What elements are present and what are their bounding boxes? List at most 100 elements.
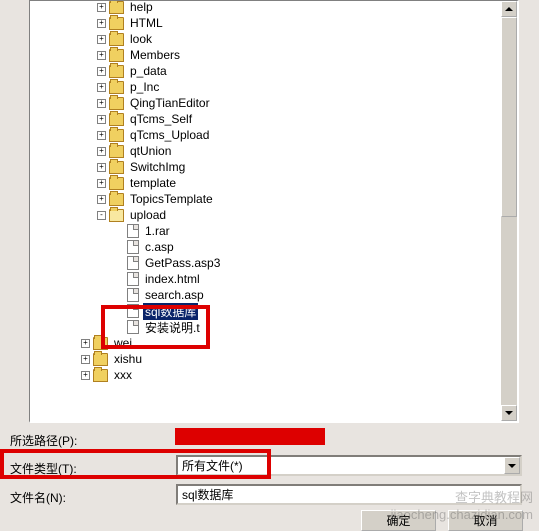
cancel-button[interactable]: 取消	[448, 510, 523, 531]
tree-row[interactable]: 安装说明.t	[30, 319, 517, 335]
scroll-thumb[interactable]	[501, 17, 517, 217]
tree-row[interactable]: + help	[30, 0, 517, 15]
expand-icon[interactable]: +	[97, 19, 106, 28]
folder-icon	[109, 49, 124, 62]
file-icon	[127, 272, 139, 286]
tree-item-label: p_data	[128, 64, 169, 78]
expand-icon[interactable]: +	[97, 163, 106, 172]
vertical-scrollbar[interactable]	[501, 1, 517, 421]
expand-icon[interactable]: +	[97, 179, 106, 188]
tree-item-label: TopicsTemplate	[128, 192, 215, 206]
file-icon	[127, 240, 139, 254]
tree-item-label: qTcms_Upload	[128, 128, 211, 142]
tree-item-label: template	[128, 176, 178, 190]
folder-icon	[109, 113, 124, 126]
tree-row[interactable]: + qtUnion	[30, 143, 517, 159]
tree-row[interactable]: c.asp	[30, 239, 517, 255]
tree-row[interactable]: + xishu	[30, 351, 517, 367]
tree-item-label: xishu	[112, 352, 144, 366]
tree-panel: + help + HTML + look + Members + p_data + p_Inc + Qin…	[29, 0, 519, 423]
file-type-combobox[interactable]: 所有文件(*)	[176, 455, 522, 476]
tree-item-label: index.html	[143, 272, 202, 286]
tree-item-label: QingTianEditor	[128, 96, 212, 110]
type-label: 文件类型(T):	[10, 460, 77, 477]
file-icon	[127, 320, 139, 334]
tree-item-label: wei	[112, 336, 134, 350]
folder-icon	[109, 145, 124, 158]
expand-icon[interactable]: +	[97, 147, 106, 156]
tree-item-label: c.asp	[143, 240, 176, 254]
folder-icon	[109, 1, 124, 14]
expand-icon[interactable]: +	[97, 83, 106, 92]
tree-item-label: qTcms_Self	[128, 112, 194, 126]
expand-icon[interactable]: +	[81, 371, 90, 380]
tree-item-label: GetPass.asp3	[143, 256, 222, 270]
tree-row[interactable]: + template	[30, 175, 517, 191]
folder-icon	[93, 337, 108, 350]
tree-item-label: Members	[128, 48, 182, 62]
tree-item-label: HTML	[128, 16, 165, 30]
file-icon	[127, 304, 139, 318]
tree-row[interactable]: + wei	[30, 335, 517, 351]
file-name-input[interactable]: sql数据库	[176, 484, 522, 505]
tree-row[interactable]: + HTML	[30, 15, 517, 31]
expand-icon[interactable]: +	[97, 67, 106, 76]
path-label: 所选路径(P):	[10, 432, 77, 449]
folder-icon	[109, 81, 124, 94]
scroll-down-button[interactable]	[501, 405, 517, 421]
folder-icon	[109, 129, 124, 142]
tree-item-label: 安装说明.t	[143, 319, 202, 336]
tree-item-label: 1.rar	[143, 224, 172, 238]
tree-item-label: sql数据库	[143, 303, 198, 320]
tree-row[interactable]: sql数据库	[30, 303, 517, 319]
ok-button[interactable]: 确定	[361, 510, 436, 531]
expand-icon[interactable]: +	[97, 3, 106, 12]
expand-icon[interactable]: +	[81, 355, 90, 364]
tree-row[interactable]: search.asp	[30, 287, 517, 303]
file-name-value: sql数据库	[182, 486, 233, 503]
tree-row[interactable]: -upload	[30, 207, 517, 223]
expand-icon[interactable]: +	[97, 35, 106, 44]
tree-row[interactable]: + p_Inc	[30, 79, 517, 95]
folder-icon	[93, 353, 108, 366]
folder-icon	[109, 97, 124, 110]
tree-row[interactable]: + TopicsTemplate	[30, 191, 517, 207]
file-type-value: 所有文件(*)	[182, 457, 243, 474]
button-row: 确定 取消	[0, 510, 539, 531]
tree-row[interactable]: + look	[30, 31, 517, 47]
folder-icon	[109, 193, 124, 206]
expand-icon[interactable]: +	[97, 131, 106, 140]
tree-row[interactable]: GetPass.asp3	[30, 255, 517, 271]
expand-icon[interactable]: +	[97, 115, 106, 124]
tree-item-label: look	[128, 32, 154, 46]
tree-row[interactable]: index.html	[30, 271, 517, 287]
folder-icon	[109, 177, 124, 190]
file-icon	[127, 224, 139, 238]
expand-icon[interactable]: +	[97, 51, 106, 60]
scroll-up-button[interactable]	[501, 1, 517, 17]
tree-row[interactable]: + qTcms_Upload	[30, 127, 517, 143]
tree-row[interactable]: 1.rar	[30, 223, 517, 239]
tree-row[interactable]: +xxx	[30, 367, 517, 383]
tree-row[interactable]: + qTcms_Self	[30, 111, 517, 127]
name-label: 文件名(N):	[10, 489, 66, 506]
expand-icon[interactable]: +	[97, 195, 106, 204]
tree-row[interactable]: + QingTianEditor	[30, 95, 517, 111]
folder-icon	[93, 369, 108, 382]
tree-row[interactable]: + p_data	[30, 63, 517, 79]
collapse-icon[interactable]: -	[97, 211, 106, 220]
tree-item-label: search.asp	[143, 288, 206, 302]
file-icon	[127, 256, 139, 270]
expand-icon[interactable]: +	[81, 339, 90, 348]
tree-item-label: help	[128, 0, 155, 14]
expand-icon[interactable]: +	[97, 99, 106, 108]
file-icon	[127, 288, 139, 302]
tree-item-label: qtUnion	[128, 144, 173, 158]
tree-item-label: p_Inc	[128, 80, 161, 94]
dropdown-button[interactable]	[504, 457, 520, 474]
tree-item-label: SwitchImg	[128, 160, 187, 174]
tree-row[interactable]: + SwitchImg	[30, 159, 517, 175]
folder-icon	[109, 33, 124, 46]
path-redacted	[175, 428, 325, 445]
tree-row[interactable]: + Members	[30, 47, 517, 63]
